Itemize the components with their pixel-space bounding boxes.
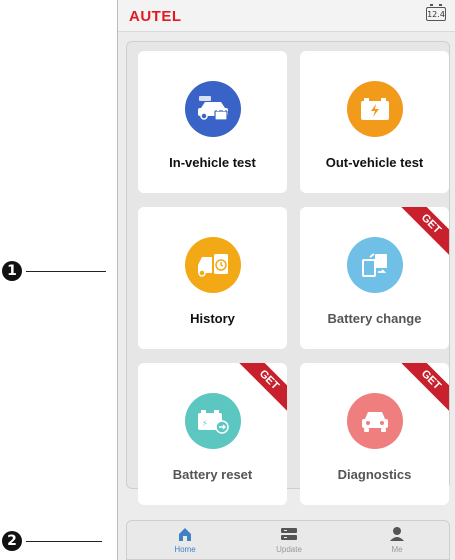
car-icon (346, 393, 403, 449)
callout-1: 1 (2, 261, 106, 281)
callout-line-1 (26, 270, 106, 272)
callout-2: 2 (2, 531, 102, 551)
update-icon (281, 528, 297, 540)
autel-logo: AUTEL (129, 8, 182, 25)
nav-label: Update (276, 545, 302, 554)
get-badge: GET (234, 363, 287, 415)
callout-line-2 (26, 540, 102, 542)
tile-label: Battery change (327, 311, 422, 326)
get-badge: GET (396, 363, 449, 415)
tile-label: Battery reset (172, 467, 253, 482)
tile-history[interactable]: History (138, 207, 287, 349)
callout-number-1: 1 (2, 261, 22, 281)
bottom-navigation: Home Update Me (126, 520, 450, 560)
nav-home[interactable]: Home (155, 525, 215, 554)
tile-out-vehicle-test[interactable]: Out-vehicle test (300, 51, 449, 193)
battery-reset-icon: ⚡ (184, 393, 241, 449)
car-battery-icon (184, 81, 241, 137)
top-bar: AUTEL 12.4 (118, 0, 455, 32)
get-badge: GET (396, 207, 449, 259)
battery-change-icon (346, 237, 403, 293)
tile-in-vehicle-test[interactable]: In-vehicle test (138, 51, 287, 193)
nav-me[interactable]: Me (367, 525, 427, 554)
tile-label: Diagnostics (337, 467, 412, 482)
svg-text:⚡: ⚡ (202, 419, 208, 428)
nav-update[interactable]: Update (259, 525, 319, 554)
home-icon (179, 528, 191, 541)
tile-label: Out-vehicle test (325, 155, 424, 170)
battery-voltage-indicator: 12.4 (426, 4, 446, 21)
history-icon (184, 237, 241, 293)
tile-battery-reset[interactable]: GET ⚡ Battery reset (138, 363, 287, 505)
tile-label: In-vehicle test (169, 155, 256, 170)
tile-diagnostics[interactable]: GET Diagnostics (300, 363, 449, 505)
battery-voltage-value: 12.4 (427, 9, 445, 19)
callout-number-2: 2 (2, 531, 22, 551)
phone-screen: AUTEL 12.4 In-vehicle test Out-vehicle t… (117, 0, 455, 560)
user-icon (390, 527, 404, 541)
nav-label: Me (391, 545, 403, 554)
function-grid: In-vehicle test Out-vehicle test History… (126, 41, 450, 505)
battery-icon (346, 81, 403, 137)
tile-label: History (190, 311, 235, 326)
tile-battery-change[interactable]: GET Battery change (300, 207, 449, 349)
nav-label: Home (174, 545, 196, 554)
